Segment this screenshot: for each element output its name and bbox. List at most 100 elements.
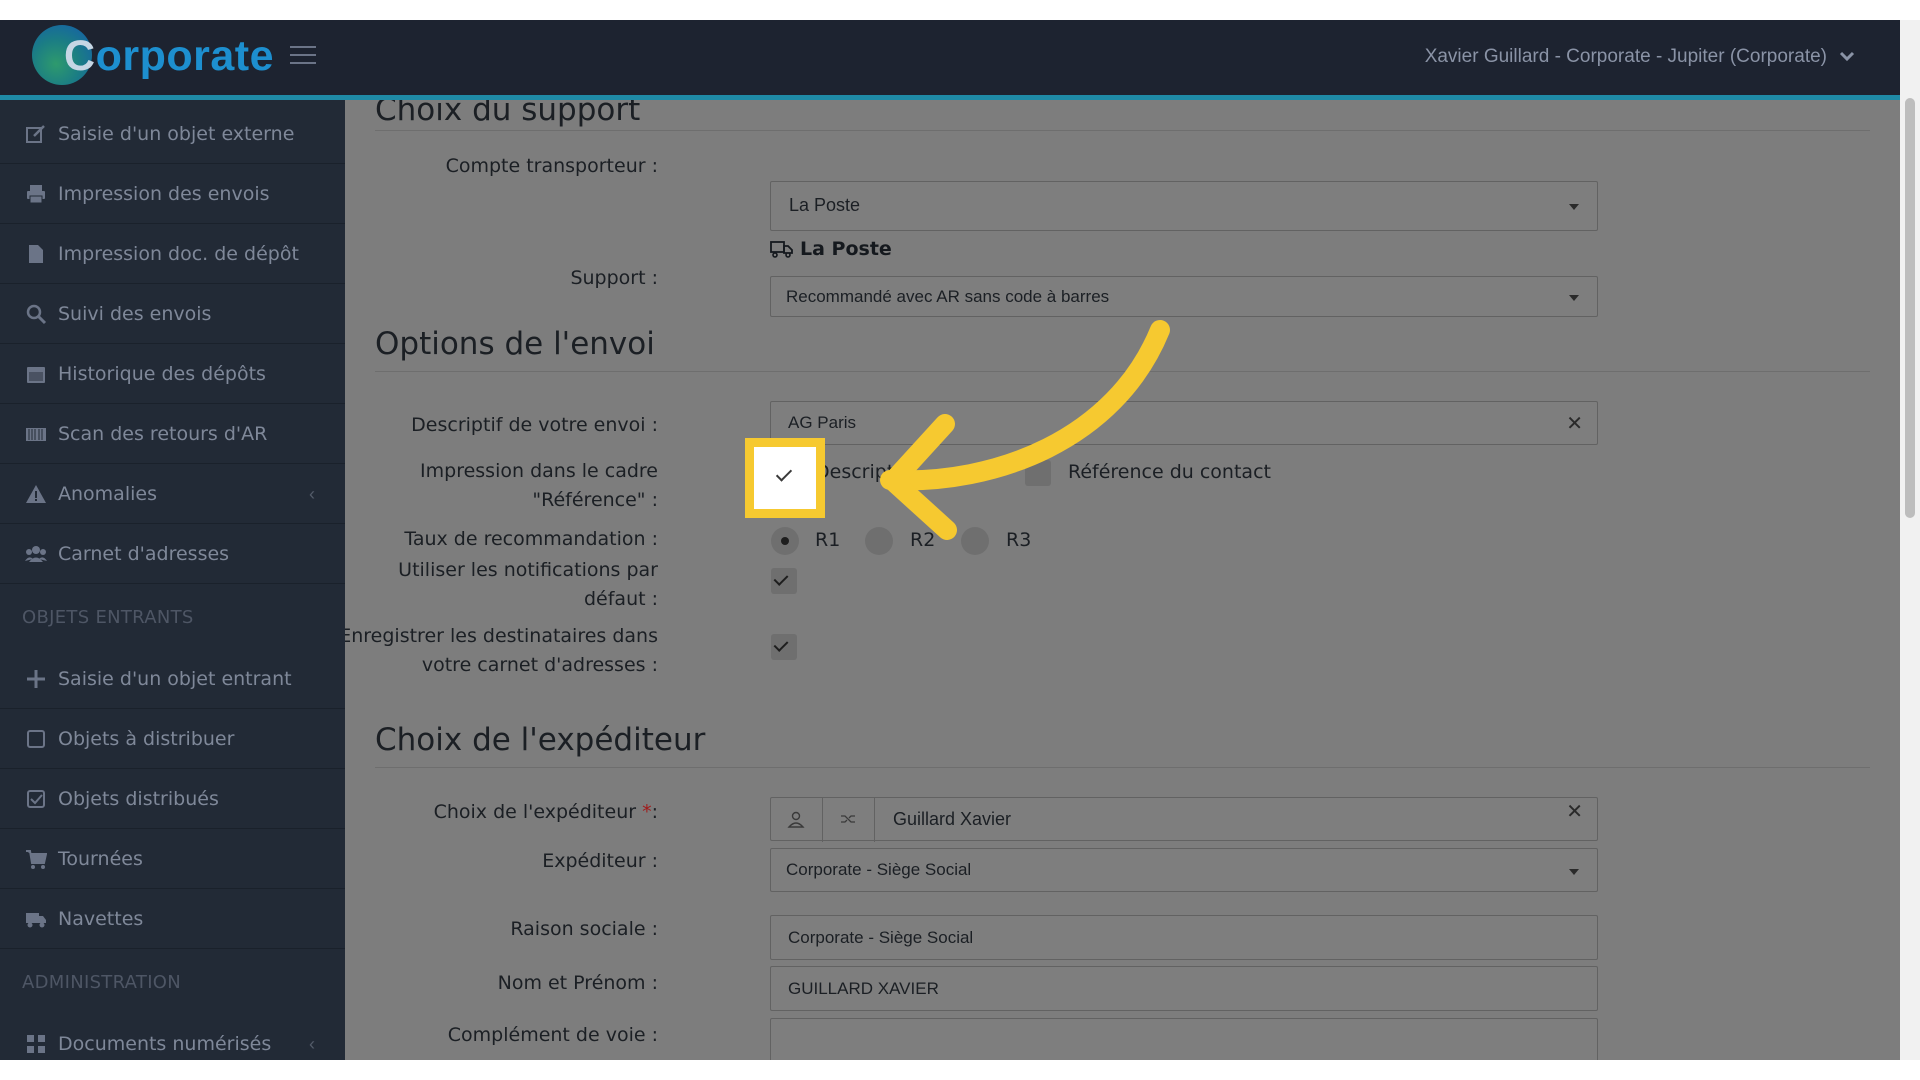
sender-value: Corporate - Siège Social: [786, 860, 972, 879]
rate-radio-r1[interactable]: [771, 527, 799, 555]
full-name-input[interactable]: GUILLARD XAVIER: [770, 966, 1598, 1011]
users-icon: [25, 546, 47, 562]
sidebar-item-tracking[interactable]: Suivi des envois: [0, 285, 345, 344]
sender-select[interactable]: Corporate - Siège Social: [770, 848, 1598, 892]
carrier-account-value: La Poste: [789, 195, 861, 215]
rate-r3-label: R3: [1006, 529, 1032, 551]
description-value: AG Paris: [788, 413, 857, 432]
user-menu-label: Xavier Guillard - Corporate - Jupiter (C…: [1424, 46, 1827, 67]
clear-icon[interactable]: ✕: [1566, 799, 1583, 824]
checked-square-icon: [27, 790, 45, 808]
section-title-support: Choix du support: [375, 100, 641, 128]
main-content: Choix du support Compte transporteur : L…: [345, 100, 1900, 1060]
shuffle-icon[interactable]: [823, 798, 875, 842]
caret-down-icon: [1569, 869, 1579, 875]
hamburger-menu-icon[interactable]: [290, 46, 316, 66]
support-value: Recommandé avec AR sans code à barres: [786, 287, 1110, 306]
reference-print-label: Impression dans le cadre "Référence" :: [420, 460, 658, 511]
sidebar-item-external-object[interactable]: Saisie d'un objet externe: [0, 105, 345, 164]
support-select[interactable]: Recommandé avec AR sans code à barres: [770, 276, 1598, 317]
sidebar-section-incoming: OBJETS ENTRANTS: [22, 607, 194, 628]
company-name-label: Raison sociale :: [510, 918, 658, 940]
sidebar-item-distributed[interactable]: Objets distribués: [0, 770, 345, 829]
section-title-sender: Choix de l'expéditeur: [375, 722, 706, 758]
reference-option-contact-checkbox[interactable]: [1025, 460, 1051, 486]
street-complement-input[interactable]: [770, 1018, 1598, 1060]
truck-icon: [26, 913, 46, 928]
top-bar: Corporate Xavier Guillard - Corporate - …: [0, 20, 1900, 95]
sender-label: Expéditeur :: [542, 850, 658, 872]
sidebar-item-label: Navettes: [58, 908, 144, 930]
sidebar-item-scanned-documents[interactable]: Documents numérisés ‹: [0, 1015, 345, 1060]
chevron-left-icon: ‹: [309, 1034, 315, 1054]
sidebar-item-label: Saisie d'un objet externe: [58, 123, 295, 145]
app-window: Corporate Xavier Guillard - Corporate - …: [0, 20, 1900, 1060]
description-checkbox: [754, 447, 816, 509]
section-divider: [375, 371, 1870, 372]
chevron-left-icon: ‹: [309, 484, 315, 504]
sidebar-item-shuttles[interactable]: Navettes: [0, 890, 345, 949]
sender-choice-value: Guillard Xavier: [893, 809, 1012, 829]
caret-down-icon: [1569, 204, 1579, 210]
printer-icon: [27, 185, 45, 204]
save-recipients-label: Enregistrer les destinataires dans votre …: [345, 625, 658, 676]
sender-choice-input[interactable]: Guillard Xavier ✕: [770, 797, 1598, 842]
support-label: Support :: [570, 267, 658, 289]
scrollbar-thumb[interactable]: [1905, 98, 1915, 518]
sidebar-item-rounds[interactable]: Tournées: [0, 830, 345, 889]
reference-option-description-label: Descripti: [815, 461, 900, 483]
document-icon: [29, 245, 43, 263]
clear-icon[interactable]: ✕: [1566, 411, 1583, 436]
caret-down-icon: [1569, 295, 1579, 301]
sidebar-item-address-book[interactable]: Carnet d'adresses: [0, 525, 345, 584]
full-name-value: GUILLARD XAVIER: [788, 979, 939, 998]
sidebar-item-label: Documents numérisés: [58, 1033, 272, 1055]
sidebar-item-label: Historique des dépôts: [58, 363, 266, 385]
logo-text: Corporate: [64, 32, 274, 80]
rate-radio-r3[interactable]: [961, 527, 989, 555]
sidebar-item-anomalies[interactable]: Anomalies ‹: [0, 465, 345, 524]
grid-icon: [27, 1035, 45, 1053]
corporate-logo[interactable]: Corporate: [32, 25, 274, 89]
chevron-down-icon: [1839, 51, 1855, 62]
description-input[interactable]: AG Paris ✕: [770, 401, 1598, 445]
sidebar-item-print-deposit-doc[interactable]: Impression doc. de dépôt: [0, 225, 345, 284]
section-divider: [375, 130, 1870, 131]
plus-icon: [27, 670, 45, 688]
company-name-value: Corporate - Siège Social: [788, 928, 974, 947]
sidebar-section-admin: ADMINISTRATION: [22, 972, 182, 993]
barcode-icon: [26, 428, 46, 441]
highlighted-description-checkbox[interactable]: [745, 438, 825, 518]
rate-radio-r2[interactable]: [865, 527, 893, 555]
sidebar-item-to-distribute[interactable]: Objets à distribuer: [0, 710, 345, 769]
square-icon: [27, 730, 45, 748]
full-name-label: Nom et Prénom :: [497, 972, 658, 994]
sidebar-item-incoming-entry[interactable]: Saisie d'un objet entrant: [0, 650, 345, 709]
search-icon: [26, 304, 47, 325]
user-icon[interactable]: [771, 798, 823, 842]
section-title-options: Options de l'envoi: [375, 326, 655, 362]
save-recipients-checkbox[interactable]: [771, 634, 797, 660]
recommendation-rate-label: Taux de recommandation :: [404, 528, 658, 550]
warning-icon: [26, 485, 46, 503]
sidebar-item-print-shipments[interactable]: Impression des envois: [0, 165, 345, 224]
truck-icon: [770, 241, 793, 258]
notifications-checkbox[interactable]: [771, 568, 797, 594]
external-edit-icon: [26, 125, 45, 143]
sidebar-item-label: Impression doc. de dépôt: [58, 243, 299, 265]
user-menu[interactable]: Xavier Guillard - Corporate - Jupiter (C…: [1425, 46, 1855, 68]
sidebar-item-label: Saisie d'un objet entrant: [58, 668, 292, 690]
company-name-input[interactable]: Corporate - Siège Social: [770, 915, 1598, 960]
sidebar-item-label: Objets à distribuer: [58, 728, 235, 750]
rate-r2-label: R2: [910, 529, 936, 551]
sidebar-item-ar-scan[interactable]: Scan des retours d'AR: [0, 405, 345, 464]
page-scrollbar[interactable]: [1900, 20, 1920, 1060]
rate-r1-label: R1: [815, 529, 841, 551]
notifications-label: Utiliser les notifications par défaut :: [398, 559, 658, 610]
carrier-account-label: Compte transporteur :: [445, 155, 658, 177]
sidebar-item-label: Objets distribués: [58, 788, 219, 810]
sidebar-item-label: Scan des retours d'AR: [58, 423, 268, 445]
sender-choice-label: Choix de l'expéditeur *:: [433, 801, 658, 823]
carrier-account-select[interactable]: La Poste: [770, 181, 1598, 231]
sidebar-item-deposit-history[interactable]: Historique des dépôts: [0, 345, 345, 404]
